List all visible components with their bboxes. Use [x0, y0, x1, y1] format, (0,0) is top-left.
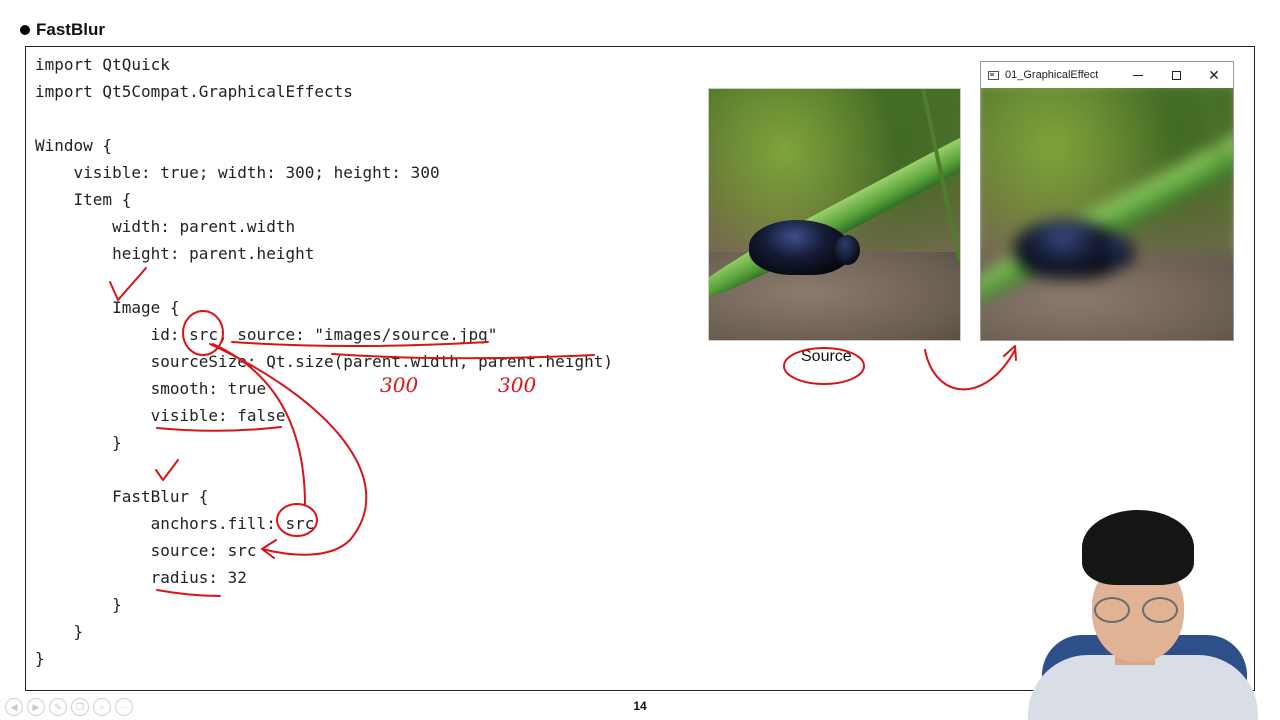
code-line: smooth: true	[35, 379, 267, 398]
code-line: import QtQuick	[35, 55, 170, 74]
window-title: 01_GraphicalEffect	[1005, 69, 1099, 81]
code-line: import Qt5Compat.GraphicalEffects	[35, 82, 353, 101]
zoom-icon[interactable]: ⌕	[93, 698, 111, 716]
code-line: }	[35, 433, 122, 452]
app-icon	[988, 70, 999, 80]
app-window[interactable]: 01_GraphicalEffect ✕	[980, 61, 1234, 341]
code-line: height: parent.height	[35, 244, 315, 263]
code-line: Item {	[35, 190, 132, 209]
source-image	[708, 88, 961, 341]
slide-title-text: FastBlur	[36, 20, 105, 39]
minimize-button[interactable]	[1119, 62, 1157, 88]
pen-icon[interactable]: ✎	[49, 698, 67, 716]
code-line: }	[35, 649, 45, 668]
blurred-image	[981, 88, 1233, 340]
copy-icon[interactable]: ❐	[71, 698, 89, 716]
presenter-webcam	[1010, 505, 1270, 720]
code-line: sourceSize: Qt.size(parent.width, parent…	[35, 352, 613, 371]
bullet-icon	[20, 25, 30, 35]
code-line: radius: 32	[35, 568, 247, 587]
maximize-icon	[1171, 70, 1181, 80]
more-icon[interactable]: ⋯	[115, 698, 133, 716]
next-icon[interactable]: ▶	[27, 698, 45, 716]
glasses-icon	[1094, 597, 1184, 625]
code-line: Window {	[35, 136, 113, 155]
window-titlebar[interactable]: 01_GraphicalEffect ✕	[981, 62, 1233, 88]
code-line: anchors.fill: src	[35, 514, 315, 533]
minimize-icon	[1133, 74, 1143, 76]
code-line: FastBlur {	[35, 487, 209, 506]
slide-title: FastBlur	[20, 19, 105, 41]
code-line: Image {	[35, 298, 180, 317]
prev-icon[interactable]: ◀	[5, 698, 23, 716]
code-line: visible: false	[35, 406, 286, 425]
code-line: }	[35, 595, 122, 614]
code-line: visible: true; width: 300; height: 300	[35, 163, 440, 182]
page-number: 14	[633, 699, 647, 713]
slideshow-toolbar: ◀ ▶ ✎ ❐ ⌕ ⋯	[5, 698, 133, 716]
maximize-button[interactable]	[1157, 62, 1195, 88]
close-button[interactable]: ✕	[1195, 62, 1233, 88]
source-label: Source	[801, 348, 852, 365]
code-line: }	[35, 622, 84, 641]
code-line: source: src	[35, 541, 257, 560]
close-icon: ✕	[1208, 66, 1220, 83]
code-line: id: src; source: "images/source.jpg"	[35, 325, 498, 344]
code-line: width: parent.width	[35, 217, 296, 236]
